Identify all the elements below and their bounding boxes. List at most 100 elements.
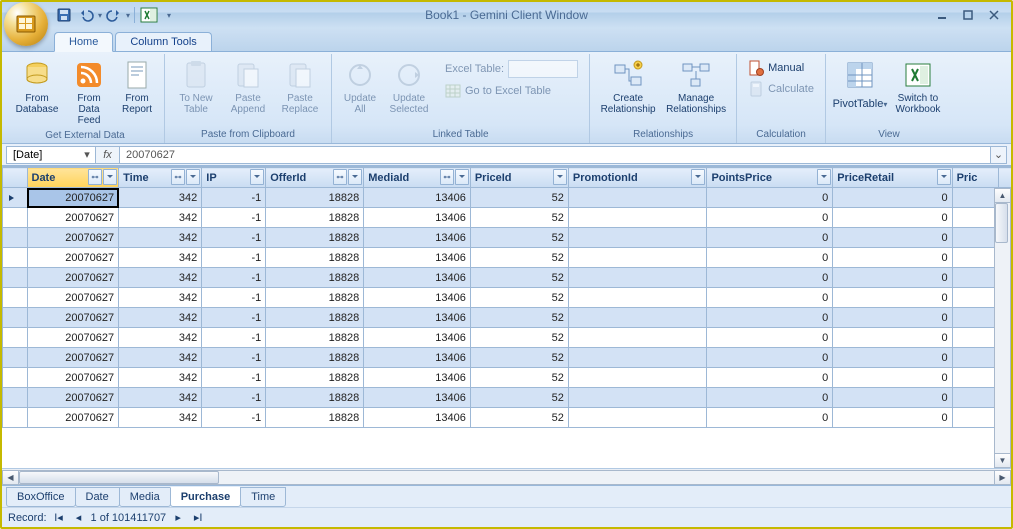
close-button[interactable] [981,6,1007,24]
cell[interactable]: 13406 [364,228,471,248]
cell[interactable]: 342 [119,328,202,348]
undo-button[interactable] [76,5,96,25]
cell[interactable] [952,308,999,328]
table-row[interactable]: 20070627342-118828134065200Unit [3,208,1012,228]
fx-button[interactable]: fx [96,146,120,164]
scroll-up-button[interactable]: ▲ [994,188,1011,203]
cell[interactable] [952,228,999,248]
column-link-icon[interactable] [440,169,454,185]
table-row[interactable]: 20070627342-118828134065200Unit [3,268,1012,288]
column-header-ip[interactable]: IP [202,168,266,188]
cell[interactable]: 18828 [266,308,364,328]
pivottable-button[interactable]: PivotTable▾ [832,56,888,118]
cell[interactable] [952,348,999,368]
cell[interactable]: 13406 [364,188,471,208]
row-selector[interactable] [3,408,28,428]
column-filter-icon[interactable] [553,169,567,185]
cell[interactable]: 13406 [364,208,471,228]
cell[interactable]: 18828 [266,408,364,428]
formula-value[interactable]: 20070627 [120,146,991,164]
cell[interactable]: 342 [119,348,202,368]
cell[interactable]: -1 [202,368,266,388]
cell[interactable]: 13406 [364,348,471,368]
horizontal-scroll-thumb[interactable] [19,471,219,484]
manage-relationships-button[interactable]: ManageRelationships [662,56,730,118]
row-selector[interactable] [3,208,28,228]
switch-to-workbook-button[interactable]: Switch toWorkbook [890,56,946,118]
cell[interactable]: 18828 [266,348,364,368]
cell[interactable]: 0 [833,348,952,368]
cell[interactable]: -1 [202,328,266,348]
cell[interactable]: 20070627 [27,208,119,228]
from-database-button[interactable]: FromDatabase [12,56,62,118]
cell[interactable] [952,288,999,308]
cell[interactable]: 0 [833,368,952,388]
row-selector[interactable] [3,308,28,328]
cell[interactable] [568,348,707,368]
cell[interactable]: 18828 [266,248,364,268]
cell[interactable]: 0 [707,268,833,288]
cell[interactable]: 20070627 [27,328,119,348]
first-record-button[interactable]: I◂ [51,510,67,526]
cell[interactable]: 52 [470,268,568,288]
column-header-promotionid[interactable]: PromotionId [568,168,707,188]
column-filter-icon[interactable] [348,169,362,185]
column-filter-icon[interactable] [455,169,469,185]
row-selector[interactable] [3,188,28,208]
cell[interactable]: 0 [833,288,952,308]
cell[interactable]: 18828 [266,208,364,228]
cell[interactable] [568,248,707,268]
cell[interactable]: 0 [707,248,833,268]
prev-record-button[interactable]: ◂ [71,510,87,526]
excel-icon[interactable] [139,5,159,25]
scroll-left-button[interactable]: ◀ [2,470,19,485]
cell[interactable]: -1 [202,388,266,408]
column-filter-icon[interactable] [103,169,117,185]
cell[interactable]: 0 [833,248,952,268]
column-header-priceretail[interactable]: PriceRetail [833,168,952,188]
cell[interactable]: -1 [202,208,266,228]
row-selector[interactable] [3,388,28,408]
column-header-date[interactable]: Date [27,168,119,188]
cell[interactable]: -1 [202,348,266,368]
table-row[interactable]: 20070627342-118828134065200Unit [3,288,1012,308]
row-selector[interactable] [3,328,28,348]
column-header-time[interactable]: Time [119,168,202,188]
table-row[interactable]: 20070627342-118828134065200Unit [3,408,1012,428]
table-row[interactable]: 20070627342-118828134065200Unit [3,368,1012,388]
cell[interactable]: -1 [202,228,266,248]
cell[interactable]: 342 [119,188,202,208]
cell[interactable] [952,208,999,228]
cell[interactable]: 13406 [364,288,471,308]
cell[interactable]: -1 [202,188,266,208]
row-selector[interactable] [3,288,28,308]
sheet-tab-media[interactable]: Media [119,487,171,507]
cell[interactable]: 13406 [364,408,471,428]
from-data-feed-button[interactable]: FromData Feed [64,56,114,129]
expand-formula-icon[interactable]: ⌄ [991,146,1007,164]
cell[interactable]: 342 [119,308,202,328]
cell[interactable]: 0 [707,328,833,348]
cell[interactable] [568,288,707,308]
cell[interactable]: 20070627 [27,368,119,388]
cell[interactable] [568,368,707,388]
select-all-corner[interactable] [3,168,28,188]
table-row[interactable]: 20070627342-118828134065200Unit [3,308,1012,328]
cell[interactable]: 0 [707,228,833,248]
cell[interactable] [952,268,999,288]
table-row[interactable]: 20070627342-118828134065200Unit [3,188,1012,208]
cell[interactable]: 342 [119,368,202,388]
cell[interactable]: 342 [119,288,202,308]
cell[interactable]: 20070627 [27,388,119,408]
table-row[interactable]: 20070627342-118828134065200Unit [3,348,1012,368]
sheet-tab-date[interactable]: Date [75,487,120,507]
horizontal-scrollbar[interactable]: ◀ ▶ [2,468,1011,485]
column-link-icon[interactable] [171,169,185,185]
cell[interactable]: 0 [707,348,833,368]
column-header-pric[interactable]: Pric [952,168,999,188]
cell[interactable]: 0 [833,388,952,408]
cell[interactable] [952,408,999,428]
column-filter-icon[interactable] [250,169,264,185]
cell[interactable]: 0 [707,288,833,308]
column-filter-icon[interactable] [691,169,705,185]
